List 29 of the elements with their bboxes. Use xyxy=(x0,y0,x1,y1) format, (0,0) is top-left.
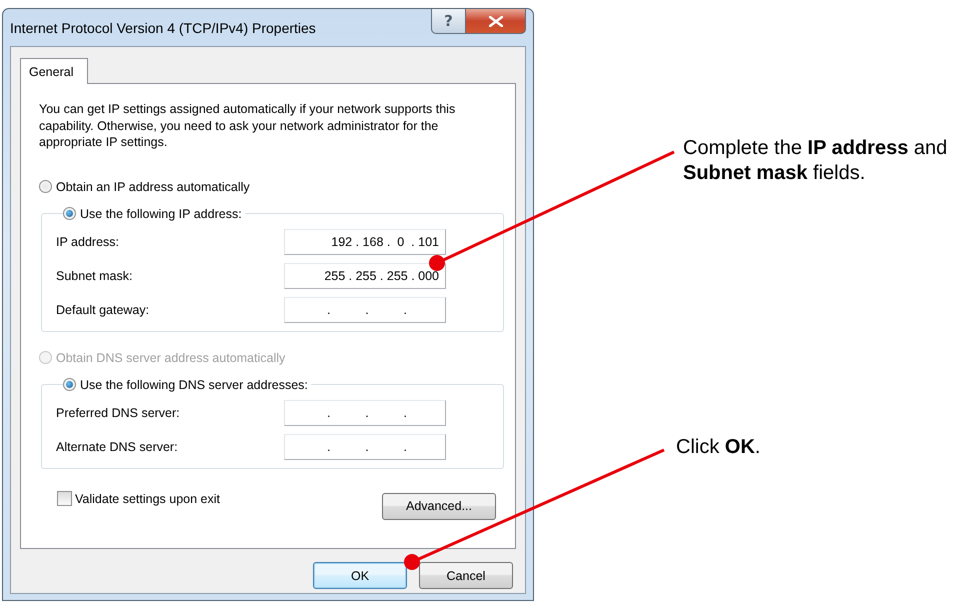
callout-text: Complete the IP address and Subnet mask fields. xyxy=(683,136,948,186)
field-label: Alternate DNS server: xyxy=(56,440,179,454)
tab[interactable]: General xyxy=(20,58,88,84)
ip-address-field[interactable]: 192 . 168 . 0 . 101 xyxy=(284,228,446,254)
window-title: Internet Protocol Version 4 (TCP/IPv4) Properties xyxy=(10,20,317,36)
callout-text: Click OK. xyxy=(676,435,762,460)
field-label: Subnet mask: xyxy=(56,268,134,282)
advanced-button[interactable]: Advanced... xyxy=(382,492,496,520)
option-label[interactable]: Obtain an IP address automatically xyxy=(56,180,250,194)
checkbox[interactable] xyxy=(57,491,72,506)
radio-button[interactable] xyxy=(63,207,76,220)
help-button[interactable]: ? xyxy=(431,9,466,34)
field-label: Preferred DNS server: xyxy=(56,406,181,420)
ok-button[interactable]: OK xyxy=(313,562,407,589)
field-label: Default gateway: xyxy=(56,302,150,316)
close-button[interactable] xyxy=(466,9,526,34)
ip-address-field[interactable]: . . . xyxy=(284,400,446,426)
radio-button[interactable] xyxy=(63,378,76,391)
option-label[interactable]: Use the following IP address: xyxy=(80,206,242,220)
ip-address-field[interactable]: . . . xyxy=(284,296,446,322)
checkbox-label[interactable]: Validate settings upon exit xyxy=(75,492,220,506)
description-text: You can get IP settings assigned automatically if your network supports this capability. Otherwise, you need to ask your network administrator for the appropriate IP settings. xyxy=(39,101,456,150)
ip-address-field[interactable]: 255 . 255 . 255 . 000 xyxy=(284,262,446,288)
radio-button[interactable] xyxy=(39,180,52,193)
cancel-button[interactable]: Cancel xyxy=(419,562,513,589)
option-label[interactable]: Use the following DNS server addresses: xyxy=(80,378,308,392)
close-icon xyxy=(488,16,502,26)
ip-address-field[interactable]: . . . xyxy=(284,434,446,460)
field-label: IP address: xyxy=(56,234,120,248)
